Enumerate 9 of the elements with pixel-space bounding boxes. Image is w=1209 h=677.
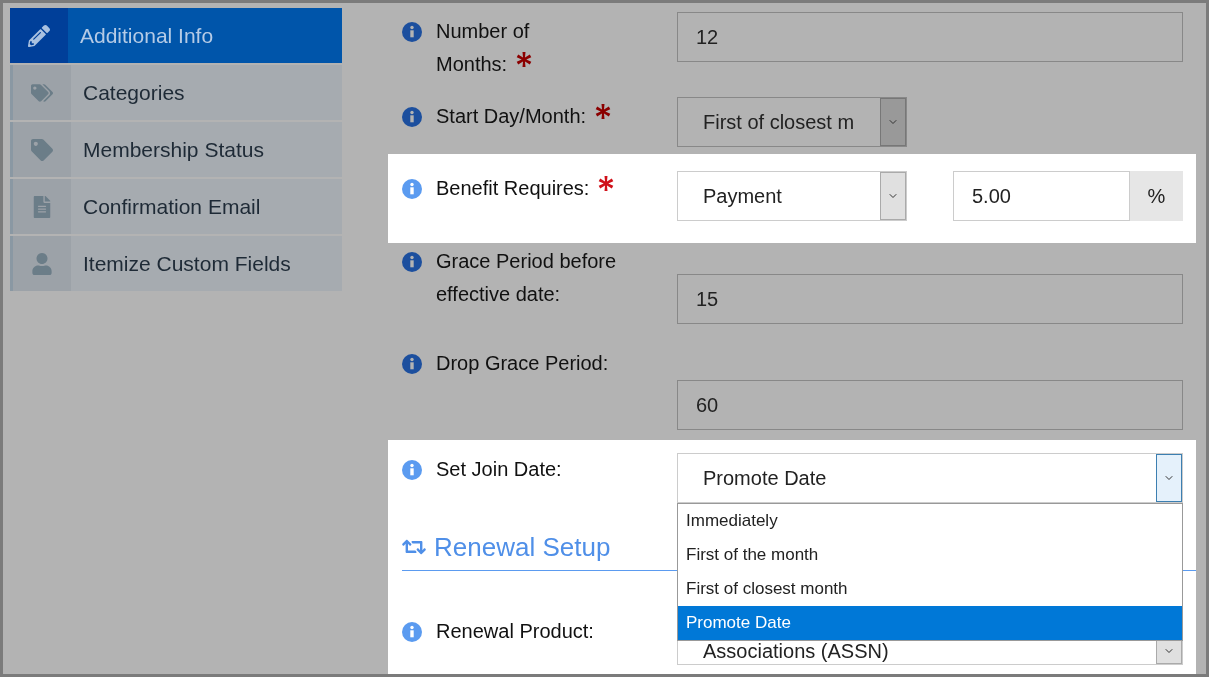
field-label: Number of Months: [436,20,530,75]
section-heading: Renewal Setup [434,531,611,564]
field-label: Start Day/Month: [436,105,587,127]
unit-addon: % [1130,171,1183,221]
field-label: Benefit Requires: [436,177,590,199]
field-label: Set Join Date: [436,458,562,480]
field-label: Renewal Product: [436,620,594,642]
field-label: Grace Period before effective date: [436,250,617,305]
field-label: Drop Grace Period: [436,352,609,374]
